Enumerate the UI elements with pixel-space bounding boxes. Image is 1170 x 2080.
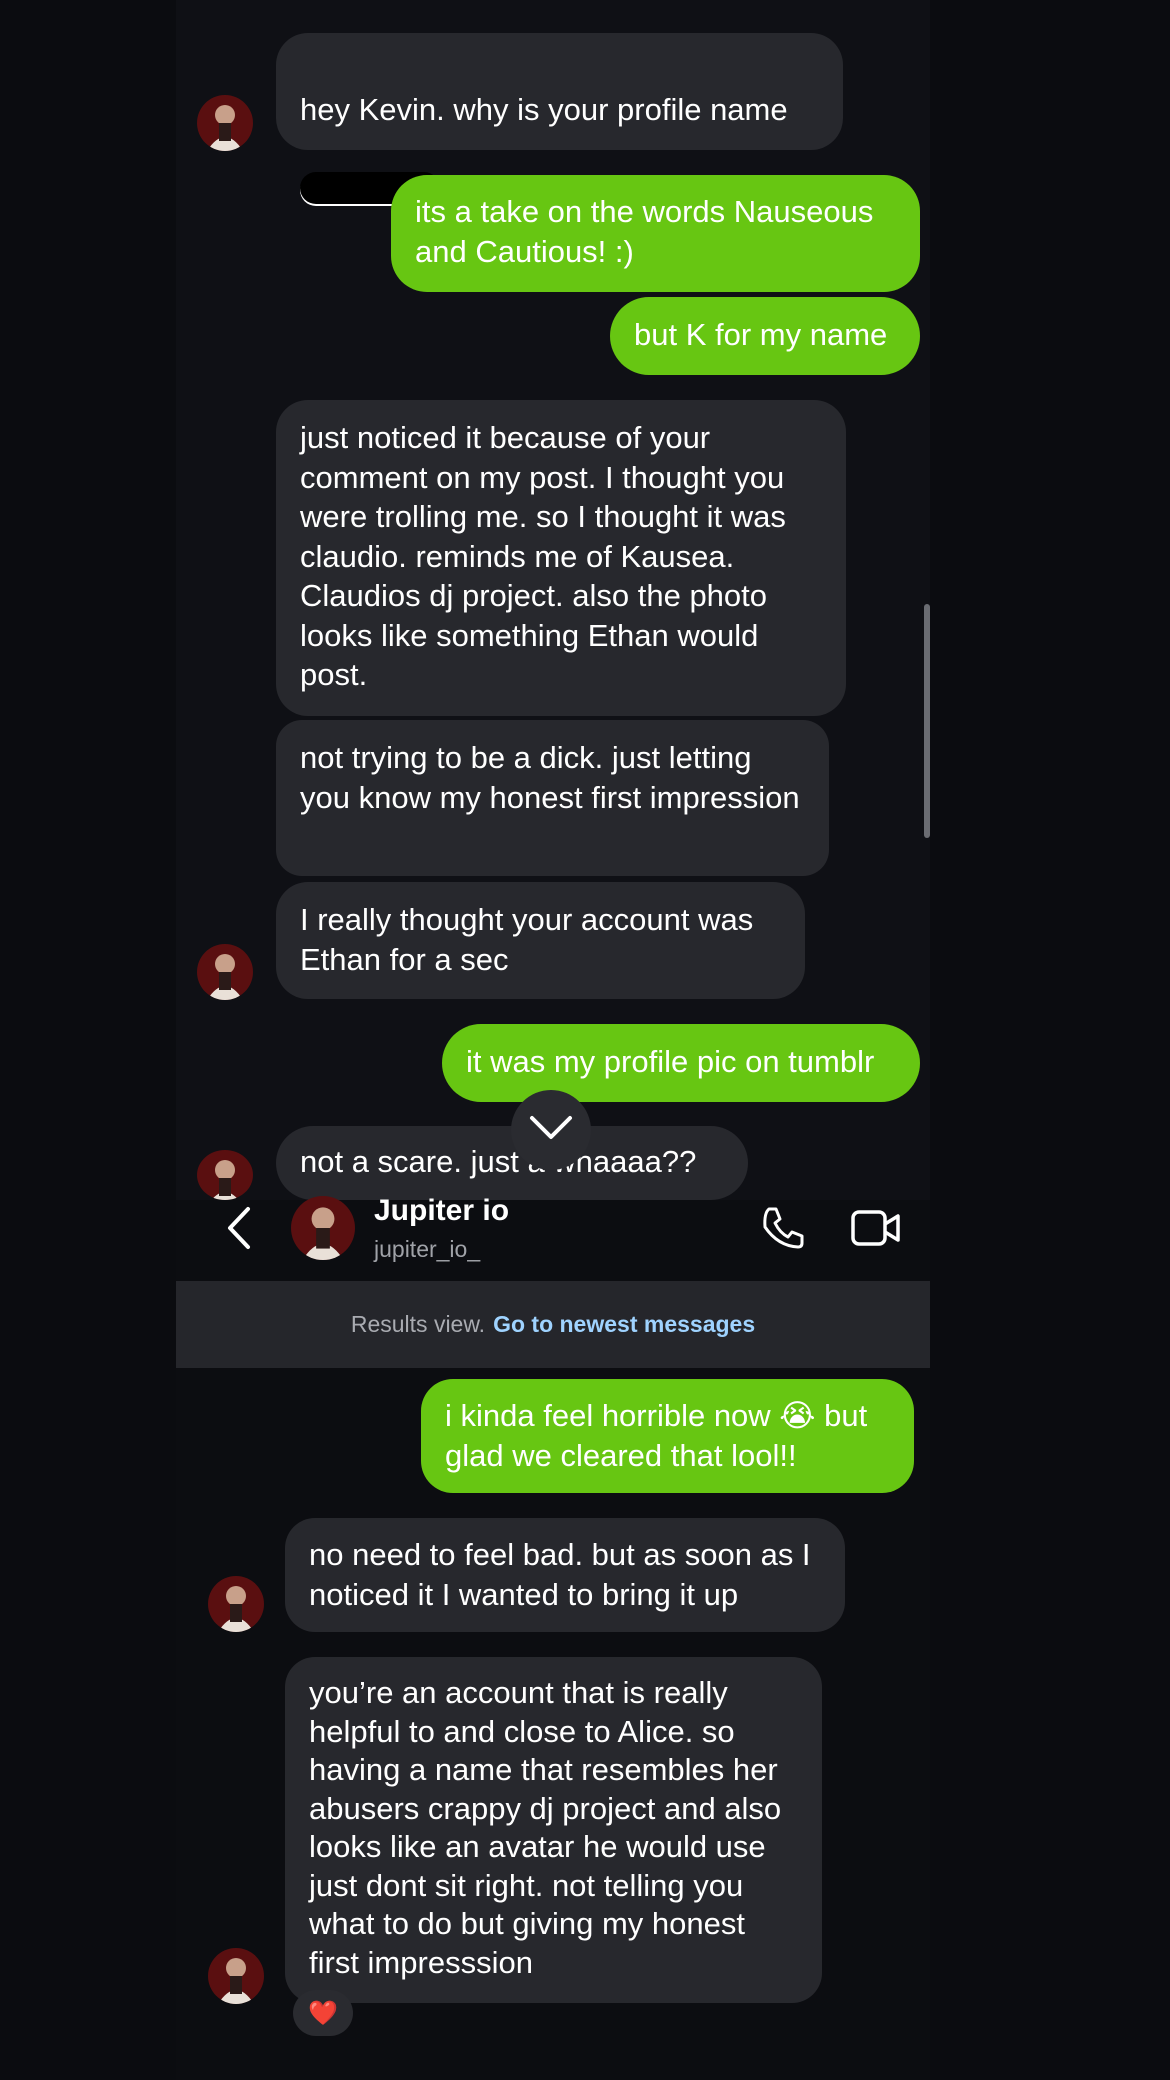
phone-icon bbox=[760, 1207, 806, 1255]
message-bubble[interactable]: not trying to be a dick. just letting yo… bbox=[276, 720, 829, 876]
contact-avatar[interactable] bbox=[197, 95, 253, 151]
contact-avatar[interactable] bbox=[197, 944, 253, 1000]
scrollbar[interactable] bbox=[924, 604, 930, 838]
contact-name[interactable]: Jupiter io bbox=[374, 1194, 509, 1228]
call-button[interactable] bbox=[760, 1205, 806, 1251]
chevron-left-icon bbox=[222, 1207, 258, 1255]
results-view-banner: Results view. Go to newest messages bbox=[176, 1281, 930, 1368]
message-bubble[interactable]: you’re an account that is really helpful… bbox=[285, 1657, 822, 2003]
back-button[interactable] bbox=[222, 1205, 258, 1251]
message-bubble[interactable]: no need to feel bad. but as soon as I no… bbox=[285, 1518, 845, 1632]
results-view-label: Results view. bbox=[350, 1311, 486, 1337]
video-camera-icon bbox=[850, 1210, 902, 1253]
message-bubble[interactable]: i kinda feel horrible now 😭 but glad we … bbox=[421, 1379, 914, 1493]
chevron-down-icon bbox=[529, 1115, 573, 1146]
message-bubble[interactable]: hey Kevin. why is your profile name ? bbox=[276, 33, 843, 206]
message-bubble[interactable]: it was my profile pic on tumblr bbox=[442, 1024, 920, 1102]
message-bubble[interactable]: I really thought your account was Ethan … bbox=[276, 882, 805, 999]
conversation-header bbox=[176, 1185, 930, 1280]
video-call-button[interactable] bbox=[850, 1207, 902, 1249]
message-bubble[interactable]: just noticed it because of your comment … bbox=[276, 400, 846, 716]
contact-avatar[interactable] bbox=[208, 1576, 264, 1632]
heart-icon: ❤️ bbox=[308, 1999, 338, 2027]
message-bubble[interactable]: but K for my name bbox=[610, 297, 920, 375]
contact-username[interactable]: jupiter_io_ bbox=[374, 1236, 480, 1263]
reaction-badge[interactable]: ❤️ bbox=[293, 1990, 353, 2036]
go-to-newest-link[interactable]: Go to newest messages bbox=[493, 1311, 755, 1338]
contact-avatar[interactable] bbox=[291, 1196, 355, 1260]
jump-to-bottom-button[interactable] bbox=[511, 1090, 591, 1170]
contact-avatar[interactable] bbox=[208, 1948, 264, 2004]
message-bubble[interactable]: its a take on the words Nauseous and Cau… bbox=[391, 175, 920, 292]
message-text: hey Kevin. why is your profile name bbox=[300, 91, 788, 127]
